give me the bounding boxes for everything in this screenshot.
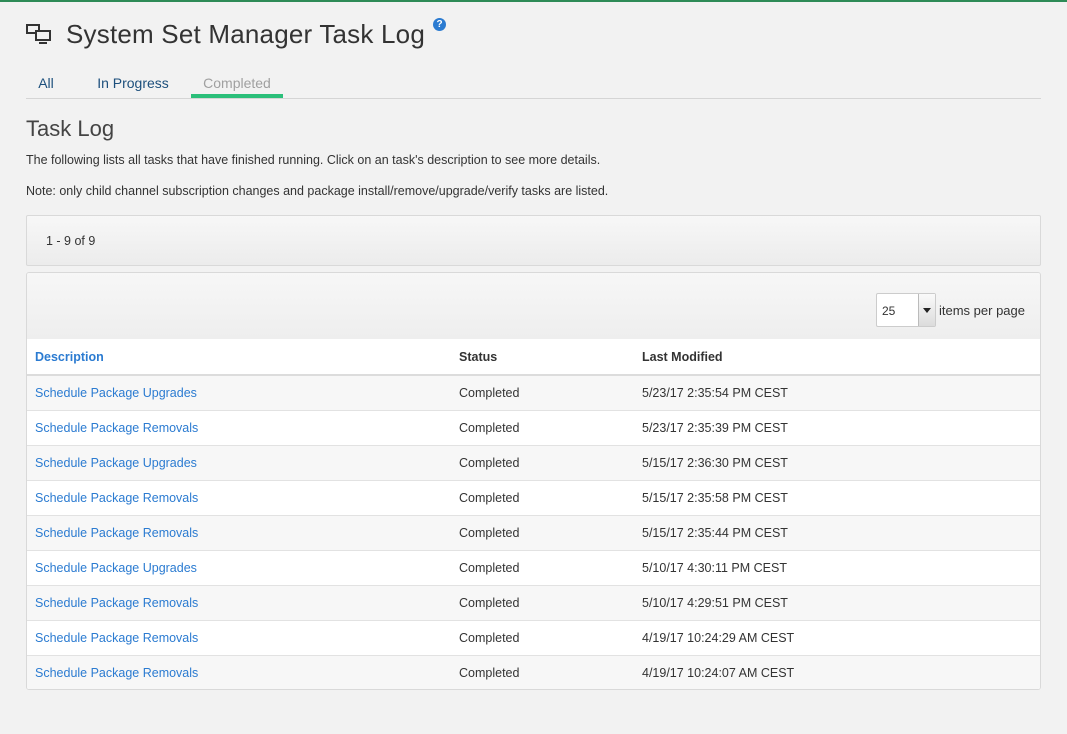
task-last-modified: 5/15/17 2:36:30 PM CEST (634, 445, 1040, 481)
section-note: Note: only child channel subscription ch… (26, 184, 609, 198)
task-last-modified: 5/23/17 2:35:54 PM CEST (634, 374, 1040, 411)
task-description-link[interactable]: Schedule Package Removals (27, 410, 451, 446)
column-header-status: Status (451, 339, 634, 376)
page-header: System Set Manager Task Log ? (26, 16, 446, 52)
section-description: The following lists all tasks that have … (26, 153, 601, 167)
task-status: Completed (451, 550, 634, 586)
items-per-page-select[interactable]: 25 (876, 293, 936, 327)
column-header-last-modified: Last Modified (634, 339, 1040, 376)
page-title: System Set Manager Task Log (66, 18, 425, 49)
table-header-row: Description Status Last Modified (27, 339, 1040, 376)
table-row: Schedule Package Upgrades Completed 5/10… (27, 550, 1040, 586)
chevron-down-icon[interactable] (918, 294, 935, 326)
table-row: Schedule Package Removals Completed 5/10… (27, 585, 1040, 621)
section-title: Task Log (26, 116, 115, 141)
task-status: Completed (451, 480, 634, 516)
items-per-page-value: 25 (882, 304, 896, 318)
table-row: Schedule Package Removals Completed 5/15… (27, 480, 1040, 516)
table-row: Schedule Package Removals Completed 4/19… (27, 655, 1040, 689)
task-status: Completed (451, 374, 634, 411)
task-table-panel: 25 items per page Description Status Las… (26, 272, 1041, 690)
task-last-modified: 4/19/17 10:24:07 AM CEST (634, 655, 1040, 689)
top-accent-bar (0, 0, 1067, 2)
task-last-modified: 4/19/17 10:24:29 AM CEST (634, 620, 1040, 656)
task-status: Completed (451, 655, 634, 689)
task-table: Description Status Last Modified Schedul… (27, 339, 1040, 689)
task-description-link[interactable]: Schedule Package Upgrades (27, 550, 451, 586)
table-row: Schedule Package Removals Completed 5/15… (27, 515, 1040, 551)
task-status: Completed (451, 445, 634, 481)
task-last-modified: 5/10/17 4:30:11 PM CEST (634, 550, 1040, 586)
task-last-modified: 5/15/17 2:35:58 PM CEST (634, 480, 1040, 516)
table-row: Schedule Package Upgrades Completed 5/15… (27, 445, 1040, 481)
task-tabs: All In Progress Completed (26, 72, 1041, 99)
items-per-page-label: items per page (939, 303, 1025, 318)
task-status: Completed (451, 410, 634, 446)
task-last-modified: 5/15/17 2:35:44 PM CEST (634, 515, 1040, 551)
help-icon[interactable]: ? (433, 17, 446, 31)
tab-in-progress[interactable]: In Progress (88, 75, 178, 98)
task-last-modified: 5/10/17 4:29:51 PM CEST (634, 585, 1040, 621)
task-description-link[interactable]: Schedule Package Removals (27, 620, 451, 656)
task-description-link[interactable]: Schedule Package Removals (27, 585, 451, 621)
table-row: Schedule Package Removals Completed 4/19… (27, 620, 1040, 656)
task-description-link[interactable]: Schedule Package Upgrades (27, 374, 451, 411)
column-header-description[interactable]: Description (27, 339, 451, 376)
pagination-summary: 1 - 9 of 9 (26, 215, 1041, 266)
systems-icon (26, 22, 54, 46)
table-toolbar: 25 items per page (27, 273, 1040, 340)
task-status: Completed (451, 515, 634, 551)
result-count: 1 - 9 of 9 (46, 234, 96, 248)
table-row: Schedule Package Upgrades Completed 5/23… (27, 374, 1040, 411)
task-description-link[interactable]: Schedule Package Removals (27, 480, 451, 516)
task-status: Completed (451, 585, 634, 621)
task-description-link[interactable]: Schedule Package Removals (27, 655, 451, 689)
task-last-modified: 5/23/17 2:35:39 PM CEST (634, 410, 1040, 446)
task-description-link[interactable]: Schedule Package Upgrades (27, 445, 451, 481)
task-status: Completed (451, 620, 634, 656)
tab-all[interactable]: All (26, 75, 66, 98)
task-description-link[interactable]: Schedule Package Removals (27, 515, 451, 551)
table-row: Schedule Package Removals Completed 5/23… (27, 410, 1040, 446)
tab-completed[interactable]: Completed (191, 75, 283, 98)
